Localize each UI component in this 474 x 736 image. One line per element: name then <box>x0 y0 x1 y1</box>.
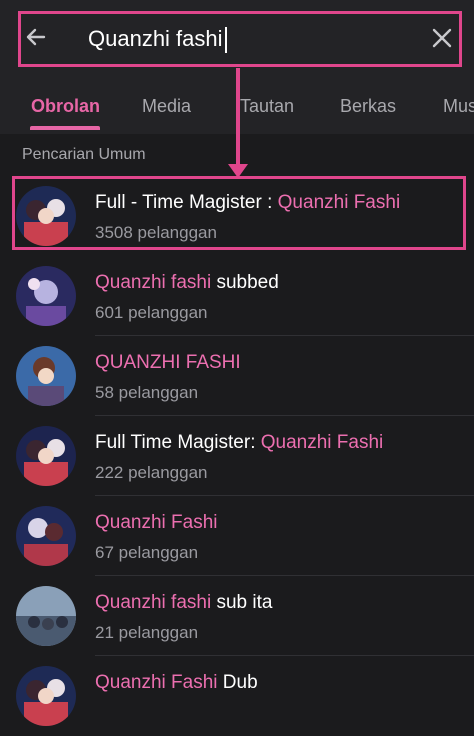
tab-obrolan[interactable]: Obrolan <box>31 96 100 117</box>
result-annotation-box <box>12 176 466 250</box>
result-title: Quanzhi Fashi Dub <box>95 672 258 693</box>
result-title: Full Time Magister: Quanzhi Fashi <box>95 432 384 453</box>
subscriber-count: 58 pelanggan <box>95 383 199 402</box>
tab-tautan[interactable]: Tautan <box>240 96 294 117</box>
arrow-left-icon[interactable] <box>24 25 48 49</box>
channel-avatar <box>16 506 76 566</box>
subscriber-count: 222 pelanggan <box>95 463 208 482</box>
list-item[interactable]: Full Time Magister: Quanzhi Fashi 222 pe… <box>0 416 474 496</box>
annotation-arrow-head <box>228 164 248 178</box>
search-input[interactable]: Quanzhi fashi <box>88 26 227 54</box>
subscriber-count: 21 pelanggan <box>95 623 199 642</box>
annotation-arrow-line <box>236 68 240 172</box>
list-item[interactable]: QUANZHI FASHI 58 pelanggan <box>0 336 474 416</box>
text-caret <box>224 27 227 54</box>
result-title: QUANZHI FASHI <box>95 352 241 373</box>
tab-berkas[interactable]: Berkas <box>340 96 396 117</box>
tab-media[interactable]: Media <box>142 96 191 117</box>
section-title: Pencarian Umum <box>22 146 146 163</box>
subscriber-count: 601 pelanggan <box>95 303 208 322</box>
list-item[interactable]: Quanzhi fashi sub ita 21 pelanggan <box>0 576 474 656</box>
result-title: Quanzhi fashi sub ita <box>95 592 273 613</box>
list-item[interactable]: Quanzhi Fashi Dub <box>0 656 474 736</box>
subscriber-count: 67 pelanggan <box>95 543 199 562</box>
close-icon[interactable] <box>432 28 452 48</box>
channel-avatar <box>16 346 76 406</box>
result-title: Quanzhi fashi subbed <box>95 272 279 293</box>
search-annotation-box <box>18 11 462 67</box>
channel-avatar <box>16 426 76 486</box>
search-query-text: Quanzhi fashi <box>88 26 223 51</box>
channel-avatar <box>16 666 76 726</box>
active-tab-indicator <box>30 126 100 130</box>
result-title: Quanzhi Fashi <box>95 512 218 533</box>
list-item[interactable]: Quanzhi Fashi 67 pelanggan <box>0 496 474 576</box>
channel-avatar <box>16 586 76 646</box>
list-item[interactable]: Quanzhi fashi subbed 601 pelanggan <box>0 256 474 336</box>
tab-music[interactable]: Mus <box>443 96 474 117</box>
channel-avatar <box>16 266 76 326</box>
